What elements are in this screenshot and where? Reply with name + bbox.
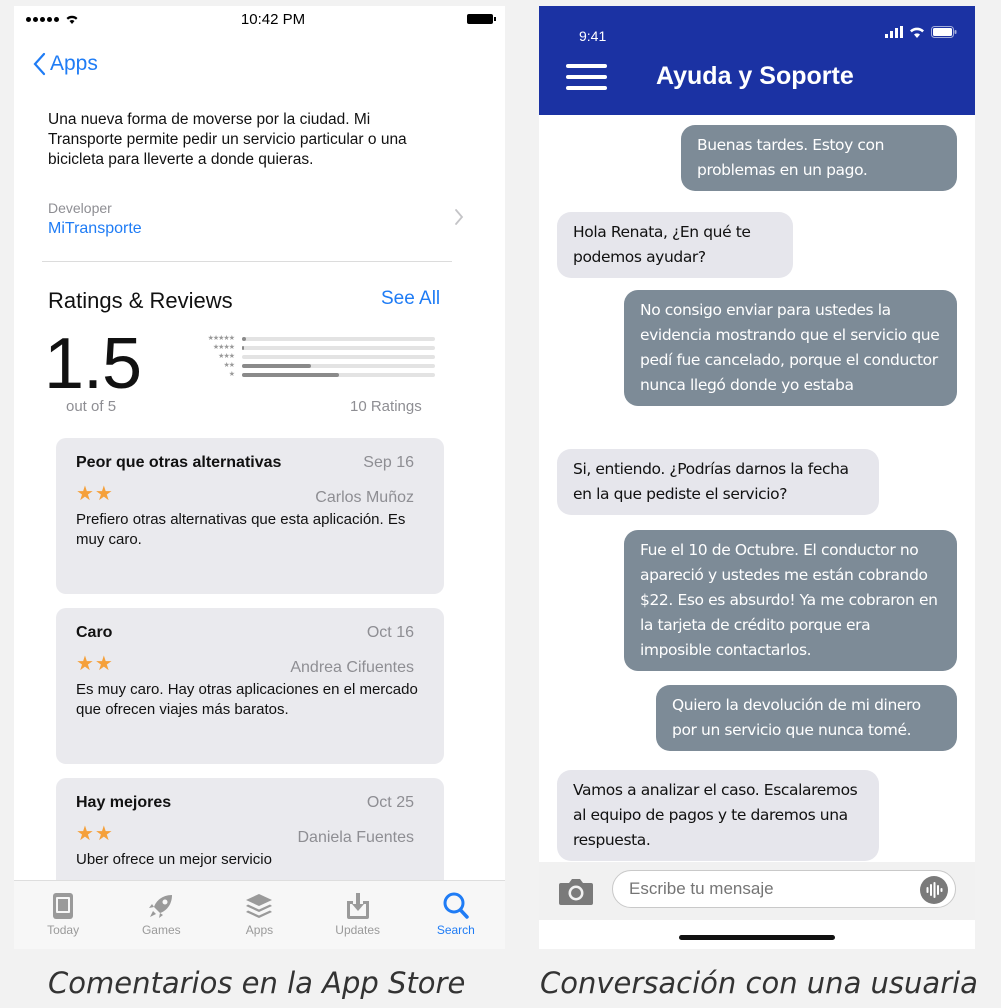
reviews-list: Peor que otras alternativas Sep 16 ★★ Ca…: [56, 438, 444, 948]
review-card[interactable]: Peor que otras alternativas Sep 16 ★★ Ca…: [56, 438, 444, 594]
chat-title: Ayuda y Soporte: [656, 62, 854, 90]
tab-games[interactable]: Games: [116, 889, 206, 949]
menu-icon[interactable]: [566, 64, 607, 97]
chat-header: 9:41 Ayuda y Soporte: [539, 6, 975, 115]
back-label: Apps: [50, 52, 98, 75]
chevron-left-icon: [33, 52, 46, 76]
tab-label: Today: [47, 923, 80, 937]
tab-label: Updates: [335, 923, 380, 937]
see-all-link[interactable]: See All: [381, 288, 440, 310]
caption-app-store: Comentarios en la App Store: [48, 966, 466, 1000]
tab-updates[interactable]: Updates: [313, 889, 403, 949]
developer-label: Developer: [48, 200, 112, 216]
status-bar: 10:42 PM: [14, 6, 505, 32]
review-body: Es muy caro. Hay otras aplicaciones en e…: [76, 681, 418, 718]
audio-wave-icon[interactable]: [919, 875, 949, 905]
tab-apps[interactable]: Apps: [214, 889, 304, 949]
tab-bar: Today Games Apps Updates Search: [14, 880, 505, 949]
battery-icon: [931, 26, 957, 38]
download-icon: [346, 893, 369, 919]
ratings-count: 10 Ratings: [350, 398, 422, 415]
app-store-screen: 10:42 PM Apps Una nueva forma de moverse…: [14, 6, 505, 949]
status-time: 10:42 PM: [240, 10, 306, 28]
histogram-row: ★★★★: [192, 343, 447, 352]
tab-label: Search: [436, 923, 475, 937]
review-body: Uber ofrece un mejor servicio: [76, 851, 272, 868]
message-bubble-incoming: Hola Renata, ¿En qué te podemos ayudar?: [557, 212, 793, 278]
wifi-icon: [66, 15, 78, 24]
histogram-stars: ★★★★★: [207, 334, 235, 342]
today-icon: [53, 893, 74, 919]
rating-scale: out of 5: [66, 398, 117, 415]
review-body: Prefiero otras alternativas que esta apl…: [76, 511, 406, 548]
histogram-row: ★★★: [192, 352, 447, 361]
message-composer: [539, 862, 975, 920]
message-bubble-outgoing: Fue el 10 de Octubre. El conductor no ap…: [624, 530, 957, 671]
histogram-bar: [242, 345, 244, 350]
review-date: Oct 25: [366, 794, 414, 811]
app-description: Una nueva forma de moverse por la ciudad…: [48, 111, 407, 168]
histogram-stars: ★: [228, 370, 235, 378]
rating-histogram: ★★★★★ ★★★★ ★★★ ★★ ★: [192, 334, 447, 379]
review-date: Oct 16: [366, 624, 414, 641]
histogram-row: ★: [192, 370, 447, 379]
histogram-stars: ★★★: [218, 352, 235, 360]
average-rating: 1.5: [44, 324, 142, 404]
message-bubble-outgoing: No consigo enviar para ustedes la eviden…: [624, 290, 957, 406]
message-bubble-outgoing: Quiero la devolución de mi dinero por un…: [656, 685, 957, 751]
signal-icon: [26, 14, 79, 24]
message-bubble-incoming: Vamos a analizar el caso. Escalaremos al…: [557, 770, 879, 861]
tab-label: Games: [141, 923, 181, 937]
divider: [42, 261, 452, 262]
histogram-stars: ★★★★: [212, 343, 235, 351]
histogram-row: ★★★★★: [192, 334, 447, 343]
review-author: Andrea Cifuentes: [290, 659, 414, 676]
histogram-bar: [242, 372, 339, 377]
chat-screen: 9:41 Ayuda y Soporte Buenas tardes. Esto…: [539, 6, 975, 949]
message-bubble-outgoing: Buenas tardes. Estoy con problemas en un…: [681, 125, 957, 191]
back-button[interactable]: Apps: [32, 52, 98, 76]
review-author: Carlos Muñoz: [315, 489, 414, 506]
status-icons: [885, 26, 957, 38]
wifi-icon: [910, 27, 924, 38]
message-bubble-incoming: Si, entiendo. ¿Podrías darnos la fecha e…: [557, 449, 879, 515]
histogram-row: ★★: [192, 361, 447, 370]
histogram-bar: [242, 363, 312, 368]
tab-search[interactable]: Search: [411, 889, 501, 949]
battery-icon: [467, 14, 496, 24]
tab-label: Apps: [245, 923, 274, 937]
ratings-title: Ratings & Reviews: [48, 288, 233, 313]
layers-icon: [246, 894, 273, 918]
search-icon: [443, 892, 469, 919]
chevron-right-icon: [455, 209, 464, 225]
rocket-icon: [149, 895, 173, 918]
review-author: Daniela Fuentes: [297, 829, 414, 846]
review-card[interactable]: Caro Oct 16 ★★ Andrea Cifuentes Es muy c…: [56, 608, 444, 764]
histogram-bar: [242, 336, 246, 341]
developer-row[interactable]: Developer MiTransporte: [48, 200, 464, 248]
status-time: 9:41: [579, 28, 607, 44]
review-date: Sep 16: [363, 454, 414, 471]
developer-name[interactable]: MiTransporte: [48, 220, 464, 238]
histogram-stars: ★★: [223, 361, 235, 369]
camera-icon[interactable]: [558, 876, 594, 906]
signal-icon: [885, 26, 903, 38]
caption-conversation: Conversación con una usuaria: [540, 966, 978, 1000]
message-input[interactable]: [612, 870, 956, 908]
home-indicator: [679, 935, 835, 940]
tab-today[interactable]: Today: [18, 889, 108, 949]
